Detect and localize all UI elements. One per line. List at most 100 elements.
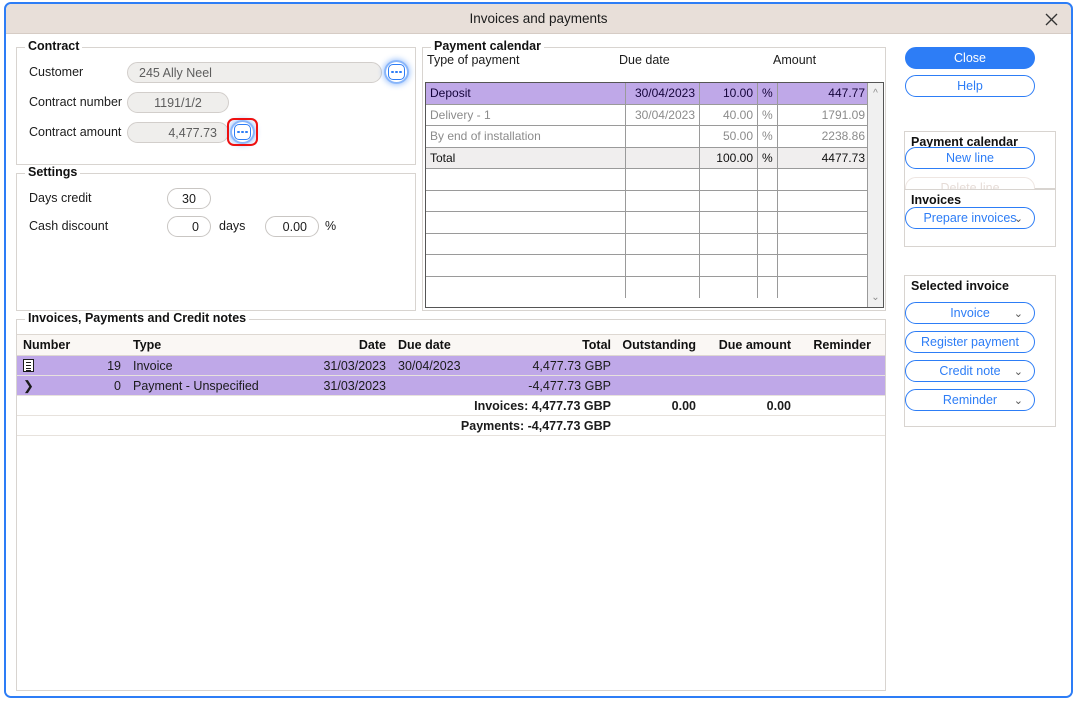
close-x-icon[interactable] bbox=[1039, 8, 1063, 30]
payment-calendar-cell-amt: 4477.73 bbox=[778, 148, 869, 169]
payment-calendar-cell-pctsym bbox=[758, 255, 778, 276]
col-header-due-date: Due date bbox=[619, 53, 670, 67]
prepare-invoices-button[interactable]: Prepare invoices ⌄ bbox=[905, 207, 1035, 229]
invoice-total-cell: -4,477.73 GBP bbox=[492, 376, 617, 395]
invoices-summary-outstanding: 0.00 bbox=[617, 396, 702, 415]
invoice-outstanding-cell bbox=[617, 376, 702, 395]
table-row[interactable]: 19Invoice31/03/202330/04/20234,477.73 GB… bbox=[17, 356, 885, 376]
settings-panel: Settings Days credit 30 Cash discount 0 … bbox=[16, 173, 416, 311]
col-header-total: Total bbox=[492, 335, 617, 355]
invoice-type-cell: Invoice bbox=[127, 356, 302, 375]
payment-calendar-cell-type: Delivery - 1 bbox=[426, 105, 626, 126]
payment-calendar-scrollbar[interactable]: ^ ⌄ bbox=[867, 83, 883, 307]
payment-calendar-cell-pct: 10.00 bbox=[700, 83, 758, 104]
new-line-button[interactable]: New line bbox=[905, 147, 1035, 169]
cash-discount-percent-unit: % bbox=[325, 219, 336, 233]
payment-calendar-cell-pctsym: % bbox=[758, 105, 778, 126]
payment-calendar-cell-due bbox=[626, 169, 700, 190]
close-button[interactable]: Close bbox=[905, 47, 1035, 69]
window-title: Invoices and payments bbox=[6, 11, 1071, 26]
payment-calendar-cell-pct bbox=[700, 234, 758, 255]
invoice-number-cell: ❯0 bbox=[17, 376, 127, 395]
payment-calendar-row[interactable]: Total100.00%4477.73 bbox=[426, 148, 883, 170]
contract-number-input[interactable]: 1191/1/2 bbox=[127, 92, 229, 113]
col-header-type-of-payment: Type of payment bbox=[427, 53, 519, 67]
invoice-label: Invoice bbox=[950, 306, 990, 320]
contract-group-title: Contract bbox=[25, 39, 82, 53]
spacer bbox=[797, 416, 877, 435]
payment-calendar-grid[interactable]: Deposit30/04/202310.00%447.77Delivery - … bbox=[425, 82, 884, 308]
payment-calendar-cell-pct: 50.00 bbox=[700, 126, 758, 147]
payment-calendar-row[interactable] bbox=[426, 169, 883, 191]
payment-calendar-cell-amt: 1791.09 bbox=[778, 105, 869, 126]
payment-calendar-cell-pct bbox=[700, 169, 758, 190]
payment-calendar-cell-due bbox=[626, 126, 700, 147]
customer-input[interactable]: 245 Ally Neel bbox=[127, 62, 382, 83]
payment-calendar-cell-due bbox=[626, 212, 700, 233]
contract-amount-ellipsis-icon[interactable] bbox=[234, 124, 251, 140]
cash-discount-days-unit: days bbox=[219, 219, 245, 233]
payment-calendar-row[interactable]: Deposit30/04/202310.00%447.77 bbox=[426, 83, 883, 105]
spacer bbox=[302, 396, 392, 415]
payment-calendar-row[interactable]: Delivery - 130/04/202340.00%1791.09 bbox=[426, 105, 883, 127]
payment-calendar-cell-amt: 447.77 bbox=[778, 83, 869, 104]
days-credit-input[interactable]: 30 bbox=[167, 188, 211, 209]
help-button[interactable]: Help bbox=[905, 75, 1035, 97]
invoice-date-cell: 31/03/2023 bbox=[302, 356, 392, 375]
payment-calendar-cell-type: Deposit bbox=[426, 83, 626, 104]
payment-calendar-panel: Payment calendar Type of payment Due dat… bbox=[422, 47, 886, 311]
settings-group-title: Settings bbox=[25, 165, 80, 179]
document-icon bbox=[23, 359, 34, 372]
payment-calendar-cell-due bbox=[626, 277, 700, 299]
col-header-due-amount: Due amount bbox=[702, 335, 797, 355]
contract-amount-input[interactable]: 4,477.73 bbox=[127, 122, 229, 143]
payment-calendar-group-title: Payment calendar bbox=[431, 39, 544, 53]
credit-note-button[interactable]: Credit note ⌄ bbox=[905, 360, 1035, 382]
register-payment-button[interactable]: Register payment bbox=[905, 331, 1035, 353]
chevron-down-icon[interactable]: ⌄ bbox=[1014, 307, 1023, 320]
spacer bbox=[127, 396, 302, 415]
chevron-down-icon[interactable]: ⌄ bbox=[868, 289, 883, 305]
invoice-reminder-cell bbox=[797, 376, 877, 395]
dialog-body: Contract Customer 245 Ally Neel Contract… bbox=[6, 35, 1071, 696]
payment-calendar-row[interactable]: By end of installation50.00%2238.86 bbox=[426, 126, 883, 148]
cash-discount-percent-input[interactable]: 0.00 bbox=[265, 216, 319, 237]
invoice-outstanding-cell bbox=[617, 356, 702, 375]
payment-calendar-cell-type bbox=[426, 169, 626, 190]
invoices-summary-due-amount: 0.00 bbox=[702, 396, 797, 415]
payment-calendar-cell-due bbox=[626, 148, 700, 169]
payment-calendar-cell-pctsym bbox=[758, 234, 778, 255]
customer-lookup-ellipsis-icon[interactable] bbox=[388, 64, 405, 80]
payment-calendar-cell-pct: 100.00 bbox=[700, 148, 758, 169]
dialog-window: Invoices and payments Contract Customer … bbox=[4, 2, 1073, 698]
payment-calendar-row[interactable] bbox=[426, 234, 883, 256]
chevron-down-icon[interactable]: ⌄ bbox=[1014, 212, 1023, 225]
reminder-button[interactable]: Reminder ⌄ bbox=[905, 389, 1035, 411]
selected-invoice-title: Selected invoice bbox=[911, 279, 1009, 293]
chevron-up-icon[interactable]: ^ bbox=[868, 85, 883, 101]
days-credit-label: Days credit bbox=[29, 191, 92, 205]
payment-calendar-row[interactable] bbox=[426, 212, 883, 234]
payment-calendar-row[interactable] bbox=[426, 277, 883, 299]
chevron-down-icon[interactable]: ⌄ bbox=[1014, 365, 1023, 378]
payment-calendar-row[interactable] bbox=[426, 191, 883, 213]
table-row[interactable]: ❯0Payment - Unspecified31/03/2023-4,477.… bbox=[17, 376, 885, 396]
payment-calendar-cell-pctsym bbox=[758, 169, 778, 190]
spacer bbox=[617, 416, 702, 435]
invoices-table-header: Number Type Date Due date Total Outstand… bbox=[17, 334, 885, 356]
invoice-button[interactable]: Invoice ⌄ bbox=[905, 302, 1035, 324]
payment-calendar-cell-pct bbox=[700, 255, 758, 276]
cash-discount-days-input[interactable]: 0 bbox=[167, 216, 211, 237]
payments-summary-row: Payments: -4,477.73 GBP bbox=[17, 416, 885, 436]
invoices-actions-title: Invoices bbox=[911, 193, 961, 207]
payment-calendar-cell-type bbox=[426, 277, 626, 299]
col-header-type: Type bbox=[127, 335, 302, 355]
col-header-reminder: Reminder bbox=[797, 335, 877, 355]
col-header-date: Date bbox=[302, 335, 392, 355]
chevron-down-icon[interactable]: ⌄ bbox=[1014, 394, 1023, 407]
contract-panel: Contract Customer 245 Ally Neel Contract… bbox=[16, 47, 416, 165]
spacer bbox=[702, 416, 797, 435]
payment-calendar-cell-pct bbox=[700, 212, 758, 233]
payment-calendar-row[interactable] bbox=[426, 255, 883, 277]
spacer bbox=[127, 416, 302, 435]
